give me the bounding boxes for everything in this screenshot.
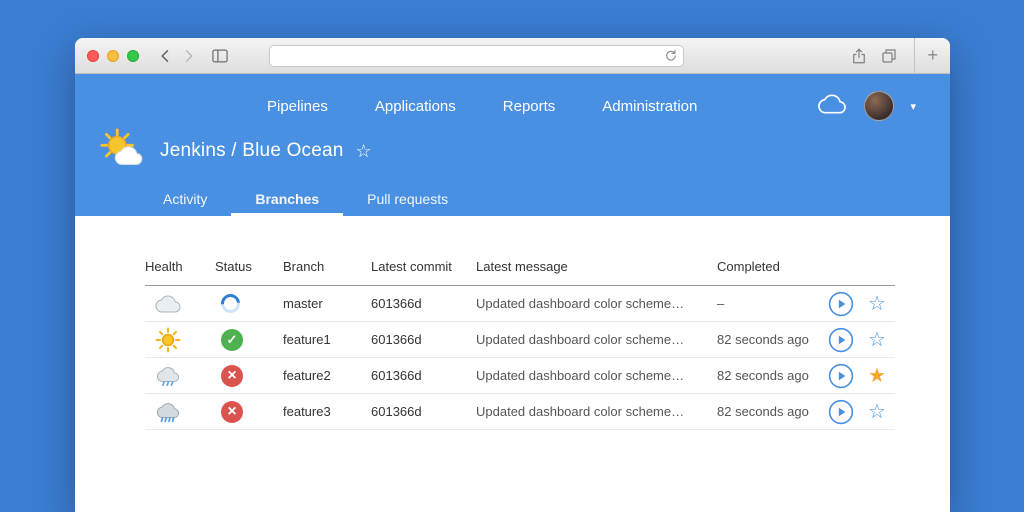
nav-item-applications[interactable]: Applications bbox=[375, 98, 456, 115]
forward-button[interactable] bbox=[177, 44, 199, 68]
col-branch: Branch bbox=[283, 259, 371, 274]
weather-sunny-icon bbox=[155, 327, 181, 353]
commit-message: Updated dashboard color scheme… bbox=[476, 368, 717, 383]
run-button[interactable] bbox=[828, 327, 854, 353]
commit-hash: 601366d bbox=[371, 296, 476, 311]
commit-hash: 601366d bbox=[371, 332, 476, 347]
favorite-branch-button[interactable]: ☆ bbox=[868, 330, 886, 350]
cloud-icon bbox=[816, 92, 848, 121]
nav-item-pipelines[interactable]: Pipelines bbox=[267, 98, 328, 115]
run-button[interactable] bbox=[828, 363, 854, 389]
weather-cloudy-icon bbox=[155, 291, 181, 317]
favorite-pipeline-button[interactable]: ☆ bbox=[356, 142, 372, 160]
reload-icon[interactable] bbox=[663, 48, 679, 67]
col-health: Health bbox=[145, 259, 215, 274]
branch-name: feature3 bbox=[283, 404, 371, 419]
browser-toolbar: + bbox=[75, 38, 950, 74]
title-row: Jenkins / Blue Ocean ☆ bbox=[100, 128, 950, 174]
main-nav: Pipelines Applications Reports Administr… bbox=[75, 88, 950, 124]
new-tab-button[interactable]: + bbox=[914, 38, 950, 73]
app-header: Pipelines Applications Reports Administr… bbox=[75, 74, 950, 216]
address-bar[interactable] bbox=[269, 45, 684, 67]
tab-branches[interactable]: Branches bbox=[231, 184, 343, 216]
favorite-branch-button[interactable]: ★ bbox=[868, 366, 886, 386]
tab-bar: Activity Branches Pull requests bbox=[139, 184, 950, 216]
status-success-icon: ✓ bbox=[221, 329, 243, 351]
table-row[interactable]: master 601366d Updated dashboard color s… bbox=[145, 286, 895, 322]
completed-time: – bbox=[717, 296, 823, 311]
status-running-icon bbox=[217, 294, 244, 313]
address-input[interactable] bbox=[270, 46, 683, 66]
commit-message: Updated dashboard color scheme… bbox=[476, 296, 717, 311]
nav-item-administration[interactable]: Administration bbox=[602, 98, 697, 115]
tab-pull-requests[interactable]: Pull requests bbox=[343, 184, 472, 216]
page-title: Jenkins / Blue Ocean bbox=[160, 140, 344, 162]
branch-name: feature2 bbox=[283, 368, 371, 383]
browser-window: + Pipelines Applications Reports Adminis… bbox=[75, 38, 950, 512]
weather-sun-cloud-icon bbox=[100, 128, 146, 174]
completed-time: 82 seconds ago bbox=[717, 332, 823, 347]
favorite-branch-button[interactable]: ☆ bbox=[868, 294, 886, 314]
tab-activity[interactable]: Activity bbox=[139, 184, 231, 216]
completed-time: 82 seconds ago bbox=[717, 404, 823, 419]
branches-table: Health Status Branch Latest commit Lates… bbox=[145, 248, 895, 430]
commit-message: Updated dashboard color scheme… bbox=[476, 404, 717, 419]
close-window-icon[interactable] bbox=[87, 50, 99, 62]
col-latest-message: Latest message bbox=[476, 259, 717, 274]
tab-overview-button[interactable] bbox=[874, 44, 904, 68]
favorite-branch-button[interactable]: ☆ bbox=[868, 402, 886, 422]
col-latest-commit: Latest commit bbox=[371, 259, 476, 274]
table-row[interactable]: × feature3 601366d Updated dashboard col… bbox=[145, 394, 895, 430]
run-button[interactable] bbox=[828, 399, 854, 425]
table-header-row: Health Status Branch Latest commit Lates… bbox=[145, 248, 895, 286]
sidebar-toggle-button[interactable] bbox=[209, 44, 231, 68]
status-failed-icon: × bbox=[221, 401, 243, 423]
weather-storm-icon bbox=[155, 399, 181, 425]
minimize-window-icon[interactable] bbox=[107, 50, 119, 62]
user-avatar[interactable] bbox=[864, 91, 894, 121]
commit-hash: 601366d bbox=[371, 368, 476, 383]
run-button[interactable] bbox=[828, 291, 854, 317]
col-completed: Completed bbox=[717, 259, 823, 274]
status-failed-icon: × bbox=[221, 365, 243, 387]
zoom-window-icon[interactable] bbox=[127, 50, 139, 62]
back-button[interactable] bbox=[155, 44, 177, 68]
commit-hash: 601366d bbox=[371, 404, 476, 419]
window-controls bbox=[87, 50, 139, 62]
nav-item-reports[interactable]: Reports bbox=[503, 98, 556, 115]
branches-panel: Health Status Branch Latest commit Lates… bbox=[75, 216, 950, 512]
commit-message: Updated dashboard color scheme… bbox=[476, 332, 717, 347]
table-row[interactable]: ✓ feature1 601366d Updated dashboard col… bbox=[145, 322, 895, 358]
branch-name: feature1 bbox=[283, 332, 371, 347]
table-row[interactable]: × feature2 601366d Updated dashboard col… bbox=[145, 358, 895, 394]
weather-rain-icon bbox=[155, 363, 181, 389]
share-button[interactable] bbox=[844, 44, 874, 68]
completed-time: 82 seconds ago bbox=[717, 368, 823, 383]
col-status: Status bbox=[215, 259, 283, 274]
chevron-down-icon[interactable]: ▾ bbox=[910, 100, 916, 113]
branch-name: master bbox=[283, 296, 371, 311]
